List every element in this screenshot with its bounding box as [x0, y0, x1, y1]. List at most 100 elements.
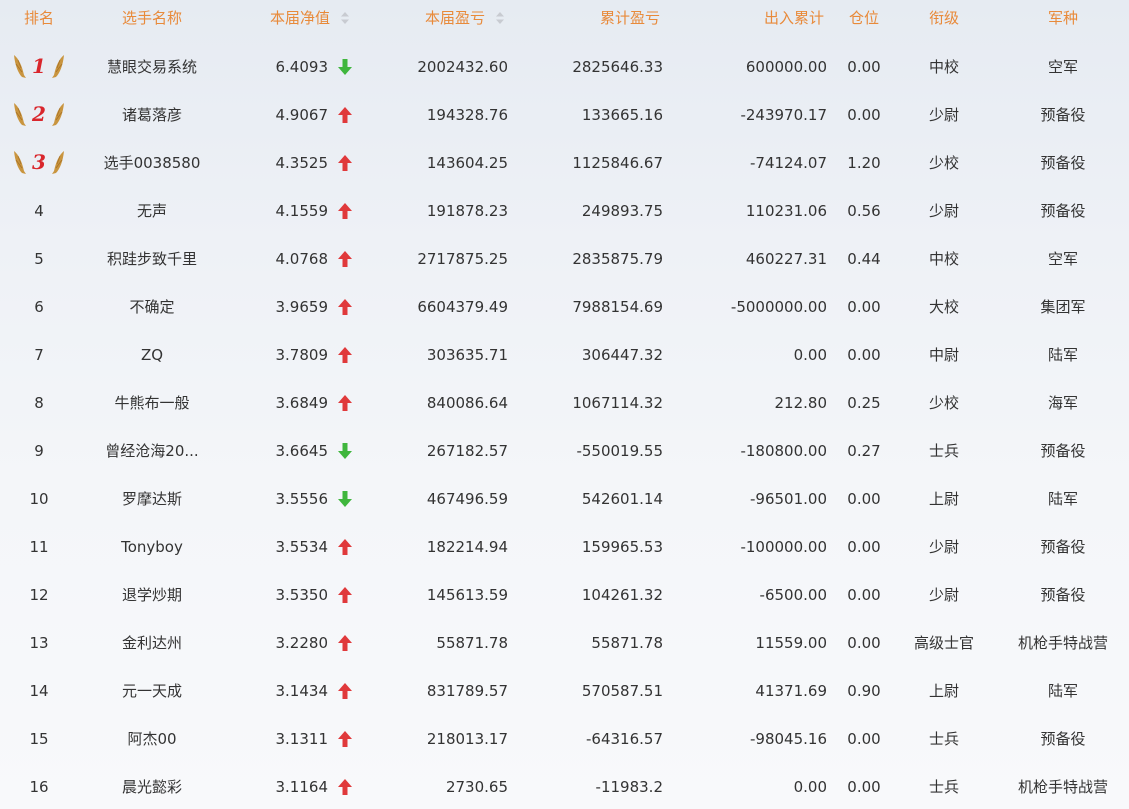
player-name[interactable]: 选手0038580: [90, 139, 214, 187]
branch-value: 陆军: [1047, 346, 1078, 364]
table-row[interactable]: 8 牛熊布一般 3.6849 840086.64 1067114.32 212.80 0.2…: [0, 379, 1129, 427]
table-row[interactable]: 14 元一天成 3.1434 831789.57 570587.51 41371.69 0.…: [0, 667, 1129, 715]
grade-value: 少尉: [928, 106, 959, 124]
grade-value: 少尉: [928, 586, 959, 604]
profit-value: 6604379.49: [417, 298, 508, 316]
total-profit-value: 306447.32: [581, 346, 663, 364]
cash-flow-value: -243970.17: [740, 106, 827, 124]
nav-value: 4.0768: [275, 250, 329, 268]
up-arrow-icon: [338, 635, 352, 651]
table-row[interactable]: 5 积跬步致千里 4.0768 2717875.25 2835875.79 460227.…: [0, 235, 1129, 283]
rank-cell: 11: [29, 538, 49, 556]
sort-icon[interactable]: [496, 12, 504, 24]
grade-value: 中校: [928, 58, 959, 76]
total-profit-value: 542601.14: [581, 490, 663, 508]
player-name[interactable]: Tonyboy: [90, 523, 214, 571]
up-arrow-icon: [338, 251, 352, 267]
header-rank: 排名: [23, 9, 54, 27]
position-value: 0.00: [847, 490, 881, 508]
branch-value: 预备役: [1040, 154, 1086, 172]
sort-icon[interactable]: [341, 12, 349, 24]
table-row[interactable]: 10 罗摩达斯 3.5556 467496.59 542601.14 -96501.00 0…: [0, 475, 1129, 523]
up-arrow-icon: [338, 587, 352, 603]
table-row[interactable]: 3 选手0038580 4.3525 143604.25 1125846.67 -7412…: [0, 139, 1129, 187]
nav-value: 6.4093: [275, 58, 329, 76]
branch-value: 空军: [1047, 58, 1078, 76]
up-arrow-icon: [338, 779, 352, 795]
profit-value: 840086.64: [426, 394, 508, 412]
position-value: 0.00: [847, 634, 881, 652]
player-name[interactable]: 金利达州: [90, 619, 214, 667]
rank-cell: 14: [29, 682, 49, 700]
rank-medal-number: 2: [31, 102, 46, 126]
table-header: 排名 选手名称 本届净值 本届盈亏 累计盈亏 出入累计 仓位 衔级 军种: [0, 0, 1129, 36]
player-name[interactable]: 牛熊布一般: [90, 379, 214, 427]
profit-value: 218013.17: [426, 730, 508, 748]
cash-flow-value: -100000.00: [740, 538, 827, 556]
rank-cell: 7: [34, 346, 44, 364]
rank-cell: 6: [34, 298, 44, 316]
total-profit-value: 249893.75: [581, 202, 663, 220]
rank-cell: 9: [34, 442, 44, 460]
cash-flow-value: 460227.31: [745, 250, 827, 268]
table-row[interactable]: 4 无声 4.1559 191878.23 249893.75 110231.06 0.56…: [0, 187, 1129, 235]
down-arrow-icon: [338, 443, 352, 459]
table-row[interactable]: 6 不确定 3.9659 6604379.49 7988154.69 -5000000.0…: [0, 283, 1129, 331]
position-value: 1.20: [847, 154, 881, 172]
branch-value: 陆军: [1047, 682, 1078, 700]
rank-medal-number: 1: [32, 54, 46, 78]
profit-value: 55871.78: [436, 634, 508, 652]
table-row[interactable]: 16 晨光懿彩 3.1164 2730.65 -11983.2 0.00 0.00 士兵 机枪手…: [0, 763, 1129, 809]
up-arrow-icon: [338, 731, 352, 747]
grade-value: 中尉: [928, 346, 959, 364]
player-name[interactable]: ZQ: [90, 331, 214, 379]
total-profit-value: -550019.55: [576, 442, 663, 460]
total-profit-value: 159965.53: [581, 538, 663, 556]
cash-flow-value: 0.00: [793, 346, 827, 364]
table-row[interactable]: 13 金利达州 3.2280 55871.78 55871.78 11559.00 0.00…: [0, 619, 1129, 667]
table-row[interactable]: 2 诸葛落彦 4.9067 194328.76 133665.16 -243970.17 0…: [0, 91, 1129, 139]
grade-value: 少校: [928, 154, 959, 172]
cash-flow-value: -98045.16: [750, 730, 827, 748]
up-arrow-icon: [338, 683, 352, 699]
player-name[interactable]: 慧眼交易系统: [90, 43, 214, 91]
branch-value: 海军: [1047, 394, 1078, 412]
table-row[interactable]: 1 慧眼交易系统 6.4093 2002432.60 2825646.33 600000.…: [0, 43, 1129, 91]
profit-value: 194328.76: [426, 106, 508, 124]
grade-value: 少尉: [928, 538, 959, 556]
player-name[interactable]: 阿杰00: [90, 715, 214, 763]
total-profit-value: 2835875.79: [572, 250, 663, 268]
player-name[interactable]: 不确定: [90, 283, 214, 331]
branch-value: 预备役: [1040, 202, 1086, 220]
total-profit-value: 133665.16: [581, 106, 663, 124]
position-value: 0.00: [847, 730, 881, 748]
total-profit-value: 55871.78: [591, 634, 663, 652]
player-name[interactable]: 晨光懿彩: [90, 763, 214, 809]
player-name[interactable]: 元一天成: [90, 667, 214, 715]
header-nav[interactable]: 本届净值: [228, 0, 330, 36]
header-branch: 军种: [1047, 9, 1078, 27]
branch-value: 预备役: [1040, 538, 1086, 556]
position-value: 0.00: [847, 106, 881, 124]
table-row[interactable]: 11 Tonyboy 3.5534 182214.94 159965.53 -100000…: [0, 523, 1129, 571]
header-profit[interactable]: 本届盈亏: [380, 0, 485, 36]
player-name[interactable]: 退学炒期: [90, 571, 214, 619]
branch-value: 机枪手特战营: [1017, 778, 1108, 796]
nav-value: 3.1311: [275, 730, 329, 748]
player-name[interactable]: 诸葛落彦: [90, 91, 214, 139]
profit-value: 191878.23: [426, 202, 508, 220]
table-row[interactable]: 15 阿杰00 3.1311 218013.17 -64316.57 -98045.16 0…: [0, 715, 1129, 763]
nav-value: 3.1434: [275, 682, 329, 700]
table-row[interactable]: 7 ZQ 3.7809 303635.71 306447.32 0.00 0.00 中尉 陆军: [0, 331, 1129, 379]
player-name[interactable]: 无声: [90, 187, 214, 235]
player-name[interactable]: 罗摩达斯: [90, 475, 214, 523]
table-row[interactable]: 9 曾经沧海20... 3.6645 267182.57 -550019.55 -1808…: [0, 427, 1129, 475]
grade-value: 上尉: [928, 490, 959, 508]
grade-value: 大校: [928, 298, 959, 316]
up-arrow-icon: [338, 299, 352, 315]
player-name[interactable]: 积跬步致千里: [90, 235, 214, 283]
nav-value: 3.2280: [275, 634, 329, 652]
table-row[interactable]: 12 退学炒期 3.5350 145613.59 104261.32 -6500.00 0.…: [0, 571, 1129, 619]
player-name[interactable]: 曾经沧海20...: [90, 427, 214, 475]
cash-flow-value: 11559.00: [755, 634, 827, 652]
